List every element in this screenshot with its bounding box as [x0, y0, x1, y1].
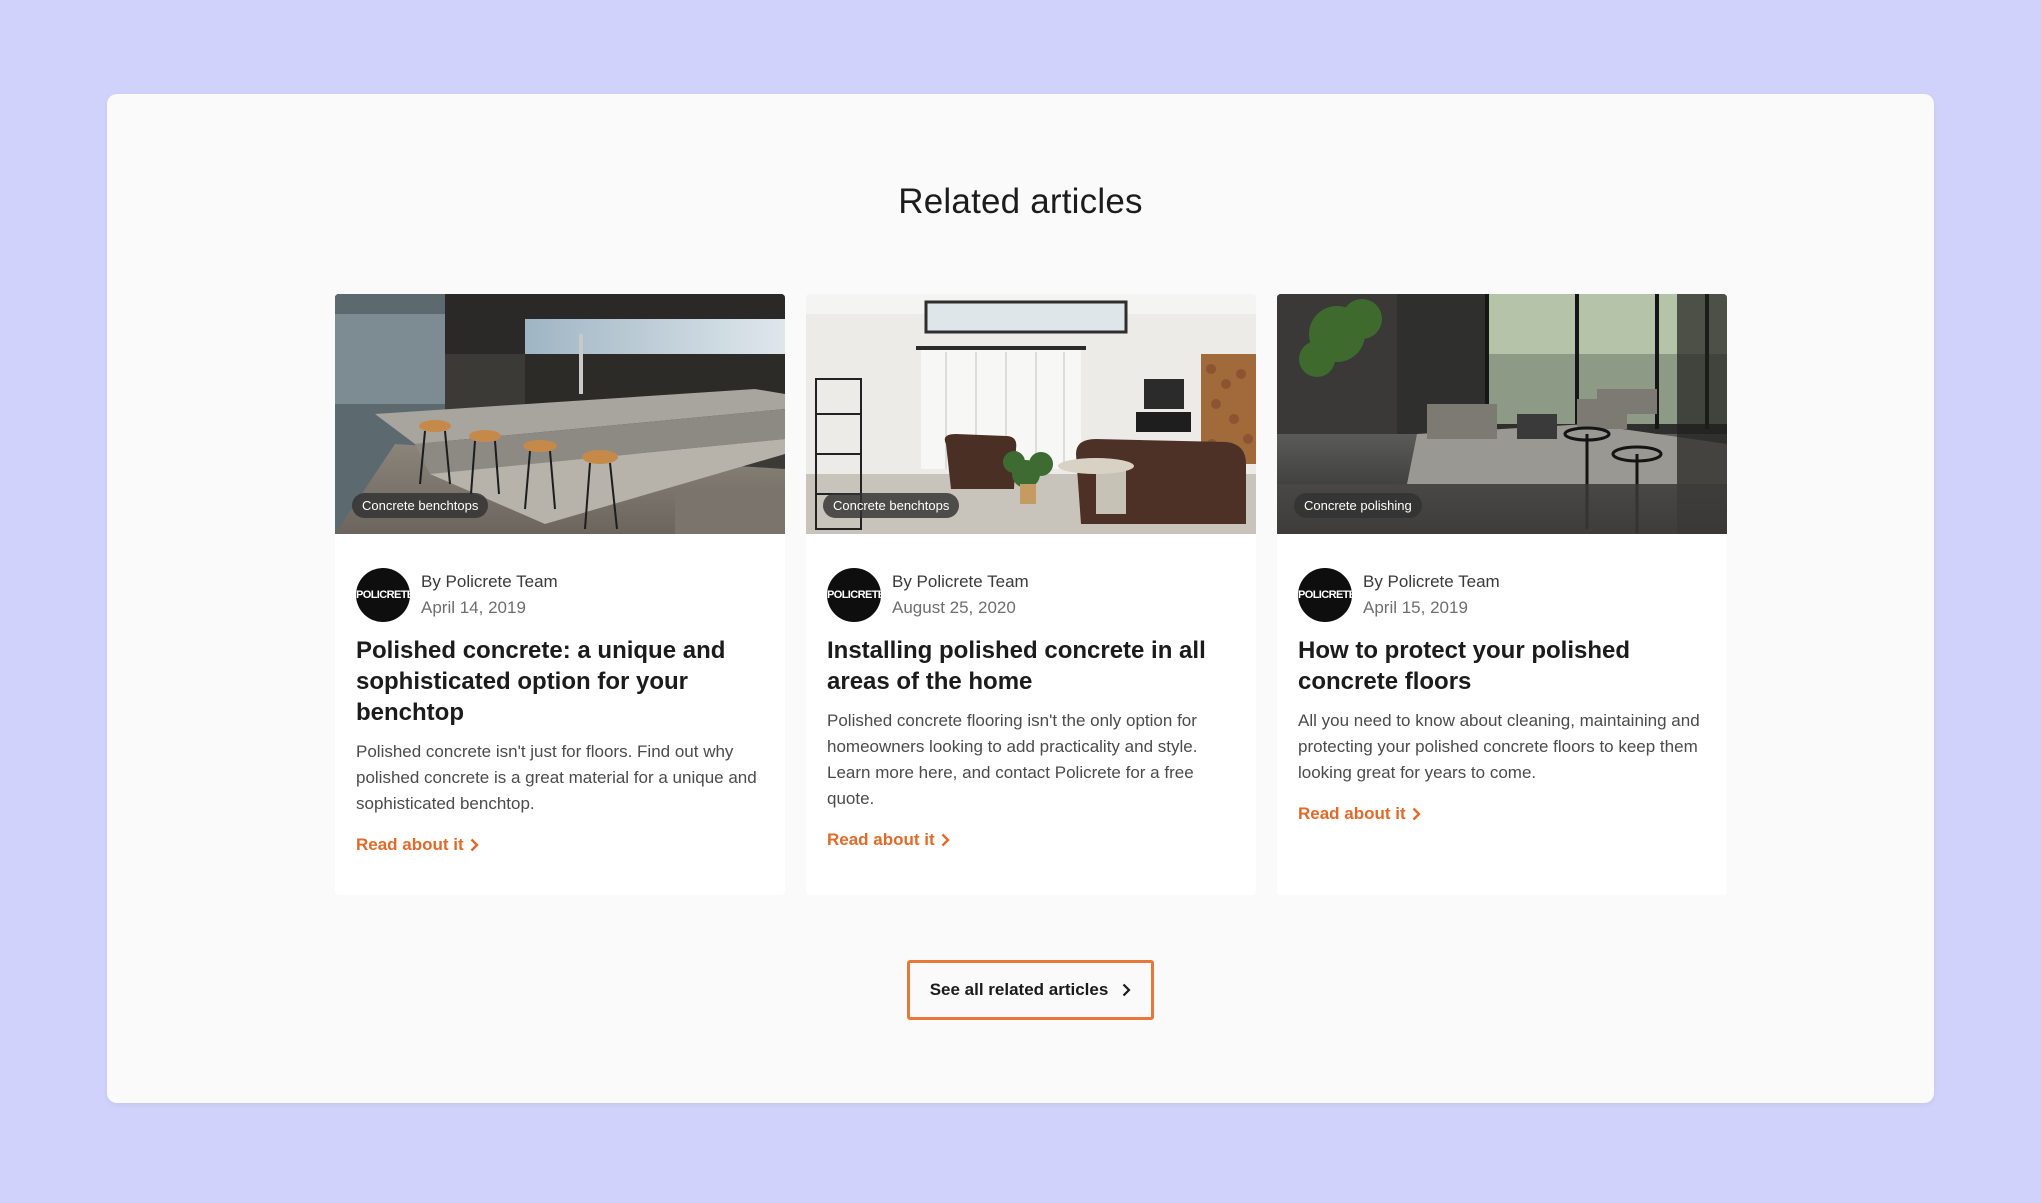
policrete-logo: POLICRETE [827, 589, 881, 601]
author-row: POLICRETE By Policrete Team April 15, 20… [1298, 567, 1706, 623]
article-excerpt: Polished concrete isn't just for floors.… [356, 742, 757, 813]
post-date: April 15, 2019 [1363, 598, 1468, 617]
author-row: POLICRETE By Policrete Team August 25, 2… [827, 567, 1235, 623]
read-more-label: Read about it [356, 835, 464, 854]
article-image-polished-floor-interior[interactable]: Concrete polishing [1277, 294, 1727, 534]
post-date: August 25, 2020 [892, 598, 1016, 617]
read-more-label: Read about it [827, 830, 935, 849]
read-more-label: Read about it [1298, 804, 1406, 823]
category-tag[interactable]: Concrete benchtops [823, 493, 960, 518]
author-avatar: POLICRETE [827, 568, 881, 622]
see-all-label: See all related articles [929, 980, 1109, 999]
article-excerpt: Polished concrete flooring isn't the onl… [827, 711, 1198, 808]
section-title: Related articles [898, 182, 1143, 221]
article-card[interactable]: Concrete benchtops POLICRETE By Policret… [806, 294, 1256, 895]
author-avatar: POLICRETE [1298, 568, 1352, 622]
article-title[interactable]: Installing polished concrete in all area… [827, 635, 1235, 697]
article-excerpt: All you need to know about cleaning, mai… [1298, 711, 1700, 782]
author-row: POLICRETE By Policrete Team April 14, 20… [356, 567, 764, 623]
chevron-right-icon [1123, 983, 1131, 997]
read-more-link[interactable]: Read about it [356, 835, 479, 855]
author-avatar: POLICRETE [356, 568, 410, 622]
category-tag[interactable]: Concrete polishing [1294, 493, 1422, 518]
see-all-related-articles-button[interactable]: See all related articles [907, 960, 1154, 1020]
author-name: By Policrete Team [892, 572, 1029, 591]
article-card[interactable]: Concrete benchtops POLICRETE By Policret… [335, 294, 785, 895]
category-tag[interactable]: Concrete benchtops [352, 493, 489, 518]
article-title[interactable]: Polished concrete: a unique and sophisti… [356, 635, 764, 728]
chevron-right-icon [941, 833, 950, 847]
chevron-right-icon [470, 838, 479, 852]
read-more-link[interactable]: Read about it [1298, 804, 1421, 824]
author-name: By Policrete Team [1363, 572, 1500, 591]
article-card[interactable]: Concrete polishing POLICRETE By Policret… [1277, 294, 1727, 895]
policrete-logo: POLICRETE [356, 589, 410, 601]
policrete-logo: POLICRETE [1298, 589, 1352, 601]
related-articles-panel: Related articles Concrete benchtops POLI… [107, 94, 1934, 1103]
post-date: April 14, 2019 [421, 598, 526, 617]
article-image-living-room[interactable]: Concrete benchtops [806, 294, 1256, 534]
article-image-kitchen-benchtop[interactable]: Concrete benchtops [335, 294, 785, 534]
article-title[interactable]: How to protect your polished concrete fl… [1298, 635, 1706, 697]
author-name: By Policrete Team [421, 572, 558, 591]
read-more-link[interactable]: Read about it [827, 830, 950, 850]
chevron-right-icon [1412, 807, 1421, 821]
